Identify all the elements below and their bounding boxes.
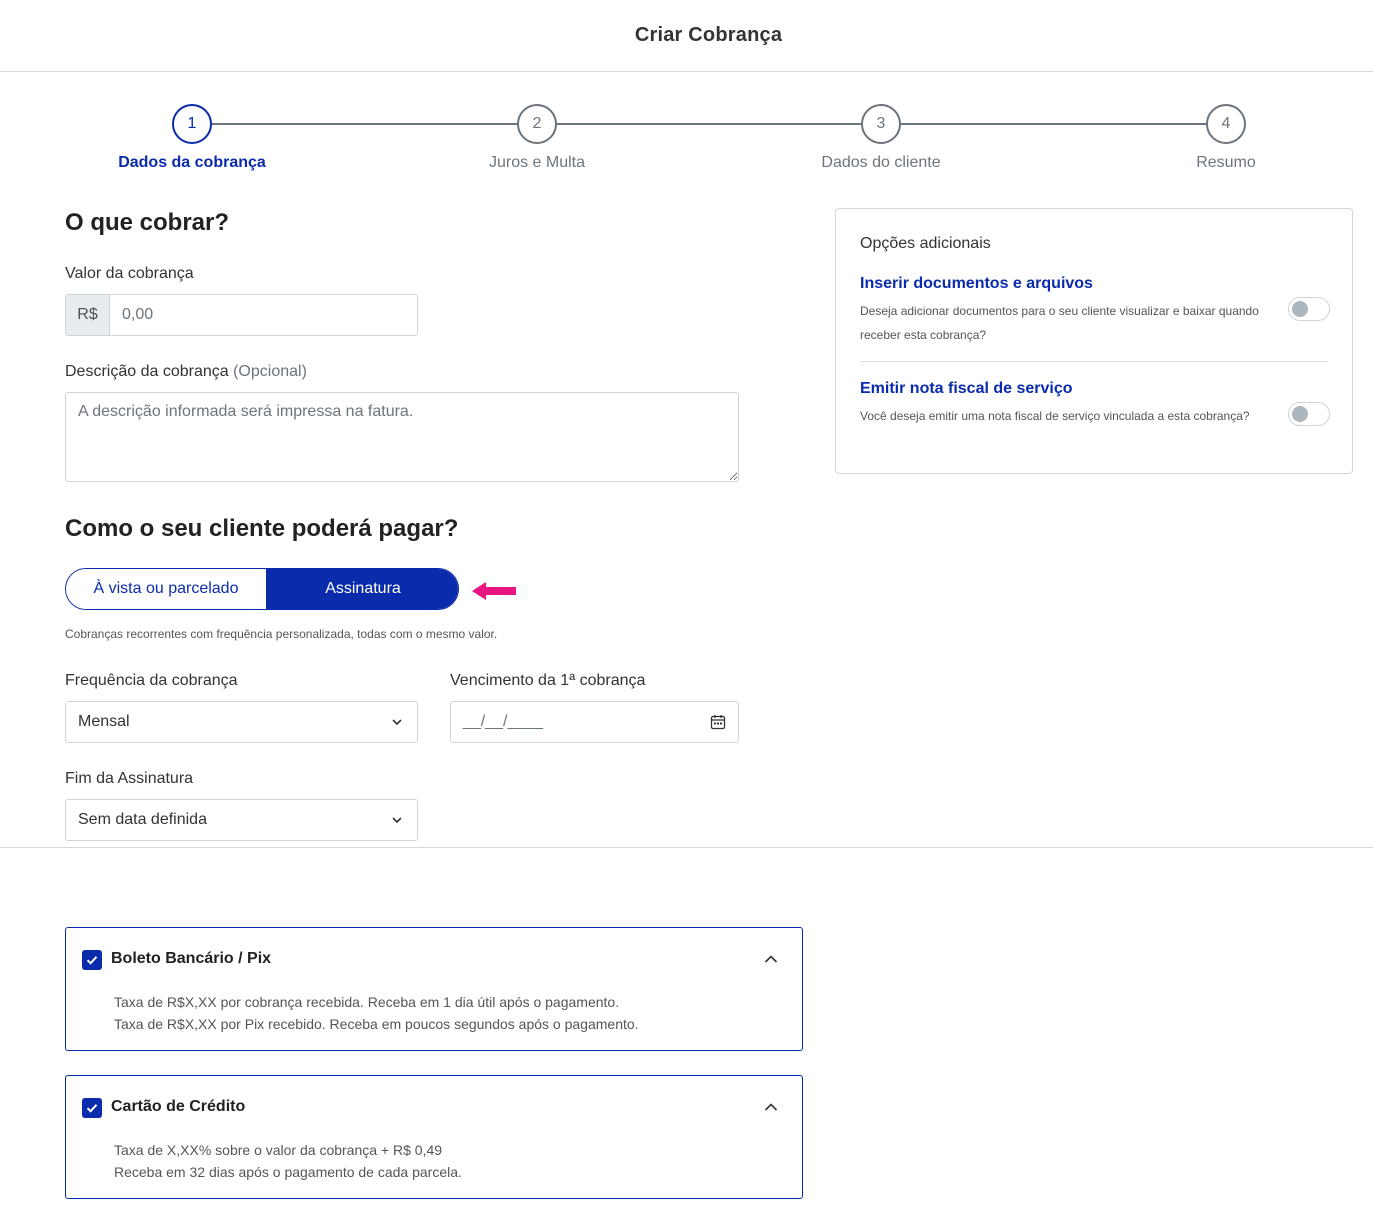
subscription-end-select[interactable]: Sem data definida — [65, 799, 418, 841]
due-date-input[interactable]: __/__/____ — [450, 701, 739, 743]
how-section-title: Como o seu cliente poderá pagar? — [65, 515, 459, 542]
frequency-value: Mensal — [78, 713, 130, 730]
step-2-label: Juros e Multa — [488, 154, 586, 171]
amount-label: Valor da cobrança — [65, 265, 194, 282]
calendar-icon[interactable] — [710, 714, 726, 730]
check-icon — [86, 956, 98, 965]
description-label: Descrição da cobrança (Opcional) — [65, 363, 307, 381]
page-title: Criar Cobrança — [634, 24, 783, 46]
option-invoice-title: Emitir nota fiscal de serviço — [860, 380, 1073, 397]
option-one-time[interactable]: À vista ou parcelado — [66, 569, 266, 609]
payment-method-credit-card: Cartão de Crédito Taxa de X,XX% sobre o … — [65, 1075, 803, 1199]
step-3[interactable]: 3 Dados do cliente — [781, 104, 981, 172]
invoice-toggle-knob — [1292, 406, 1308, 422]
option-documents-title: Inserir documentos e arquivos — [860, 275, 1093, 292]
credit-card-payout-text: Receba em 32 dias após o pagamento de ca… — [114, 1164, 462, 1180]
step-4-label: Resumo — [1196, 154, 1256, 171]
option-subscription[interactable]: Assinatura — [266, 569, 458, 609]
step-1-number: 1 — [172, 104, 212, 144]
currency-prefix: R$ — [66, 295, 110, 335]
stepper-line — [192, 123, 1226, 125]
credit-card-checkbox[interactable] — [82, 1098, 102, 1118]
amount-input[interactable] — [110, 295, 417, 335]
credit-card-fee-text: Taxa de X,XX% sobre o valor da cobrança … — [114, 1142, 443, 1158]
check-icon — [86, 1104, 98, 1113]
stepper: 1 Dados da cobrança 2 Juros e Multa 3 Da… — [0, 104, 1373, 184]
step-1-label: Dados da cobrança — [118, 154, 266, 171]
step-3-number: 3 — [861, 104, 901, 144]
due-date-label: Vencimento da 1ª cobrança — [450, 672, 646, 689]
option-documents-text: Deseja adicionar documentos para o seu c… — [860, 304, 1259, 342]
boleto-fee-text: Taxa de R$X,XX por cobrança recebida. Re… — [114, 994, 620, 1010]
chevron-up-icon[interactable] — [764, 1102, 778, 1112]
payment-method-boleto-pix: Boleto Bancário / Pix Taxa de R$X,XX por… — [65, 927, 803, 1051]
option-documents: Inserir documentos e arquivos Deseja adi… — [860, 275, 1330, 347]
subscription-end-label: Fim da Assinatura — [65, 770, 194, 787]
documents-toggle-knob — [1292, 301, 1308, 317]
step-3-label: Dados do cliente — [821, 154, 941, 171]
pix-fee-text: Taxa de R$X,XX por Pix recebido. Receba … — [114, 1016, 639, 1032]
amount-field: R$ — [65, 294, 418, 336]
option-invoice: Emitir nota fiscal de serviço Você desej… — [860, 380, 1330, 428]
step-1[interactable]: 1 Dados da cobrança — [92, 104, 292, 172]
credit-card-title: Cartão de Crédito — [111, 1098, 246, 1115]
payment-type-toggle: À vista ou parcelado Assinatura — [65, 568, 459, 610]
invoice-toggle-switch[interactable] — [1288, 402, 1330, 426]
step-2[interactable]: 2 Juros e Multa — [437, 104, 637, 172]
additional-options-panel: Opções adicionais Inserir documentos e a… — [835, 208, 1353, 474]
section-divider — [0, 847, 1373, 848]
description-optional-tag: (Opcional) — [233, 363, 307, 380]
boleto-pix-checkbox[interactable] — [82, 950, 102, 970]
description-textarea[interactable] — [65, 392, 739, 482]
due-date-placeholder: __/__/____ — [463, 713, 544, 730]
chevron-down-icon — [392, 719, 402, 726]
frequency-label: Frequência da cobrança — [65, 672, 238, 689]
additional-options-title: Opções adicionais — [860, 235, 991, 252]
step-4-number: 4 — [1206, 104, 1246, 144]
step-4[interactable]: 4 Resumo — [1126, 104, 1326, 172]
page-header: Criar Cobrança — [0, 0, 1373, 72]
boleto-pix-title: Boleto Bancário / Pix — [111, 950, 272, 967]
pointer-arrow-icon — [472, 582, 516, 600]
subscription-end-value: Sem data definida — [78, 811, 207, 828]
option-invoice-text: Você deseja emitir uma nota fiscal de se… — [860, 409, 1250, 423]
step-2-number: 2 — [517, 104, 557, 144]
chevron-up-icon[interactable] — [764, 954, 778, 964]
documents-toggle-switch[interactable] — [1288, 297, 1330, 321]
what-section-title: O que cobrar? — [65, 209, 230, 236]
options-separator — [860, 361, 1328, 362]
chevron-down-icon — [392, 817, 402, 824]
description-label-text: Descrição da cobrança — [65, 363, 229, 380]
frequency-select[interactable]: Mensal — [65, 701, 418, 743]
subscription-hint: Cobranças recorrentes com frequência per… — [65, 627, 498, 641]
